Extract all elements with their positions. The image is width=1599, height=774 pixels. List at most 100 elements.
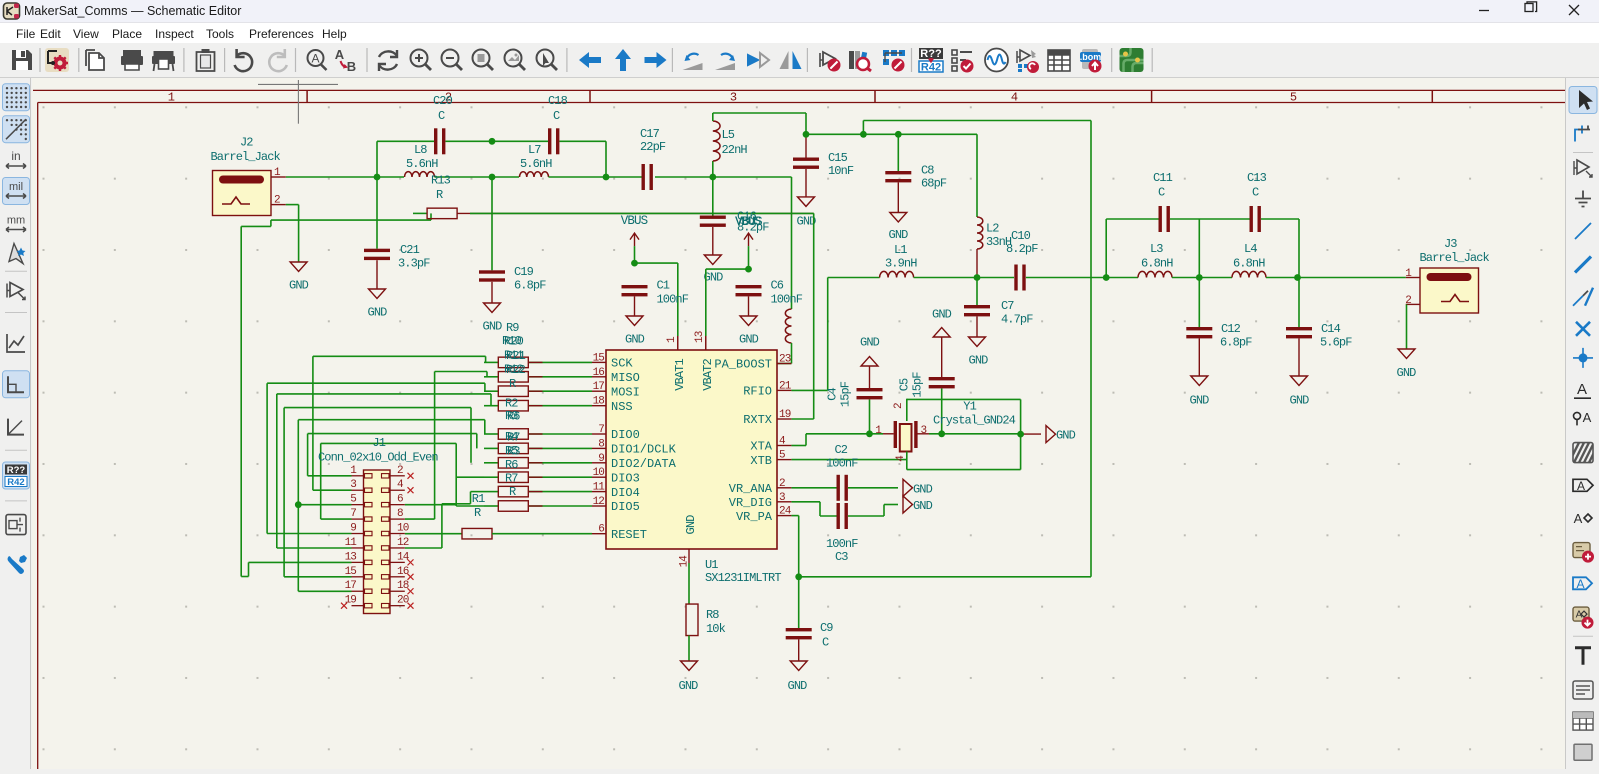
svg-text:R20: R20: [504, 335, 524, 349]
svg-text:L3: L3: [1150, 242, 1163, 256]
svg-text:MISO: MISO: [611, 371, 640, 385]
svg-text:GND: GND: [679, 679, 699, 693]
svg-text:3.3pF: 3.3pF: [398, 257, 430, 271]
svg-text:22nH: 22nH: [722, 143, 748, 157]
svg-text:100nF: 100nF: [826, 457, 858, 471]
svg-text:R21: R21: [506, 349, 526, 363]
svg-text:C18: C18: [548, 94, 568, 108]
svg-text:5.6pF: 5.6pF: [1320, 336, 1352, 350]
svg-text:B: B: [347, 59, 356, 74]
svg-text:6.8pF: 6.8pF: [1220, 336, 1252, 350]
svg-text:3: 3: [730, 91, 737, 105]
svg-text:DIO0: DIO0: [611, 428, 640, 442]
svg-text:A: A: [1576, 577, 1584, 591]
svg-text:3: 3: [779, 492, 785, 504]
svg-text:DIO3: DIO3: [611, 471, 640, 485]
svg-text:C11: C11: [1153, 171, 1173, 185]
svg-text:C: C: [822, 636, 829, 650]
svg-text:GND: GND: [739, 333, 759, 347]
svg-text:U1: U1: [705, 558, 718, 572]
svg-text:J2: J2: [240, 136, 253, 150]
svg-text:mm: mm: [7, 215, 25, 227]
svg-text:C15: C15: [828, 151, 848, 165]
svg-text:6.8nH: 6.8nH: [1141, 257, 1173, 271]
svg-text:5: 5: [779, 450, 785, 462]
svg-text:A: A: [311, 52, 319, 66]
svg-text:DIO4: DIO4: [611, 486, 640, 500]
svg-text:R8: R8: [706, 608, 719, 622]
svg-text:A: A: [1577, 381, 1587, 398]
svg-text:8.2pF: 8.2pF: [737, 221, 769, 235]
svg-text:MOSI: MOSI: [611, 385, 640, 399]
svg-text:R: R: [474, 506, 481, 520]
svg-text:GND: GND: [788, 679, 808, 693]
svg-text:A: A: [1574, 511, 1583, 526]
svg-text:PA_BOOST: PA_BOOST: [714, 358, 772, 372]
svg-text:C14: C14: [1321, 322, 1341, 336]
svg-text:5.6nH: 5.6nH: [406, 157, 438, 171]
svg-text:C: C: [553, 109, 560, 123]
svg-text:L5: L5: [722, 128, 735, 142]
svg-text:10nF: 10nF: [828, 164, 854, 178]
svg-text:4.7pF: 4.7pF: [1001, 313, 1033, 327]
svg-text:10: 10: [593, 467, 605, 479]
svg-text:RXTX: RXTX: [743, 413, 772, 427]
svg-text:100nF: 100nF: [657, 293, 689, 307]
svg-text:6.8pF: 6.8pF: [514, 279, 546, 293]
svg-text:GND: GND: [913, 482, 933, 496]
svg-text:SX1231IMLTRT: SX1231IMLTRT: [705, 571, 781, 585]
svg-text:19: 19: [345, 595, 357, 607]
svg-text:R6: R6: [507, 410, 520, 424]
svg-text:100nF: 100nF: [826, 537, 858, 551]
svg-text:VR_PA: VR_PA: [736, 510, 773, 524]
svg-text:C1: C1: [657, 279, 670, 293]
svg-text:GND: GND: [1056, 429, 1076, 443]
svg-text:19: 19: [779, 409, 791, 421]
svg-text:GND: GND: [913, 499, 933, 513]
svg-text:14: 14: [397, 551, 410, 563]
svg-text:4: 4: [1011, 91, 1018, 105]
svg-text:3: 3: [921, 425, 927, 437]
svg-text:GND: GND: [684, 515, 698, 535]
svg-text:GND: GND: [932, 308, 952, 322]
svg-text:R3: R3: [507, 445, 520, 459]
svg-text:VBAT2: VBAT2: [701, 359, 715, 391]
svg-text:in: in: [11, 149, 20, 163]
svg-text:C12: C12: [1221, 322, 1241, 336]
svg-text:11: 11: [345, 537, 358, 549]
svg-text:A: A: [1583, 410, 1592, 425]
svg-text:Conn_02x10_Odd_Even: Conn_02x10_Odd_Even: [318, 451, 438, 465]
svg-text:C: C: [1158, 186, 1165, 200]
svg-text:C5: C5: [898, 378, 912, 391]
svg-text:2: 2: [397, 465, 403, 477]
svg-text:XTA: XTA: [750, 440, 772, 454]
svg-text:GND: GND: [1290, 394, 1310, 408]
svg-text:SCK: SCK: [611, 357, 633, 371]
svg-text:1: 1: [168, 91, 175, 105]
svg-text:C2: C2: [835, 443, 848, 457]
svg-text:L1: L1: [894, 243, 907, 257]
svg-text:5: 5: [1290, 91, 1297, 105]
svg-text:23: 23: [779, 354, 791, 366]
svg-text:12: 12: [397, 537, 409, 549]
svg-text:22pF: 22pF: [640, 140, 666, 154]
svg-text:C6: C6: [771, 279, 784, 293]
svg-text:XTB: XTB: [750, 454, 772, 468]
svg-text:C: C: [1252, 186, 1259, 200]
svg-text:C3: C3: [835, 550, 848, 564]
svg-text:GND: GND: [625, 333, 645, 347]
svg-text:2: 2: [779, 478, 785, 490]
svg-text:8: 8: [397, 508, 403, 520]
svg-text:18: 18: [593, 396, 605, 408]
svg-text:18: 18: [397, 580, 409, 592]
svg-text:17: 17: [593, 381, 605, 393]
svg-text:C13: C13: [1247, 171, 1267, 185]
svg-text:C19: C19: [514, 265, 534, 279]
svg-text:15pF: 15pF: [839, 381, 853, 407]
svg-text:7: 7: [350, 508, 356, 520]
svg-text:R9: R9: [506, 321, 519, 335]
svg-text:100nF: 100nF: [771, 293, 803, 307]
svg-text:10: 10: [397, 523, 409, 535]
svg-text:10k: 10k: [706, 622, 726, 636]
svg-text:8: 8: [598, 438, 604, 450]
